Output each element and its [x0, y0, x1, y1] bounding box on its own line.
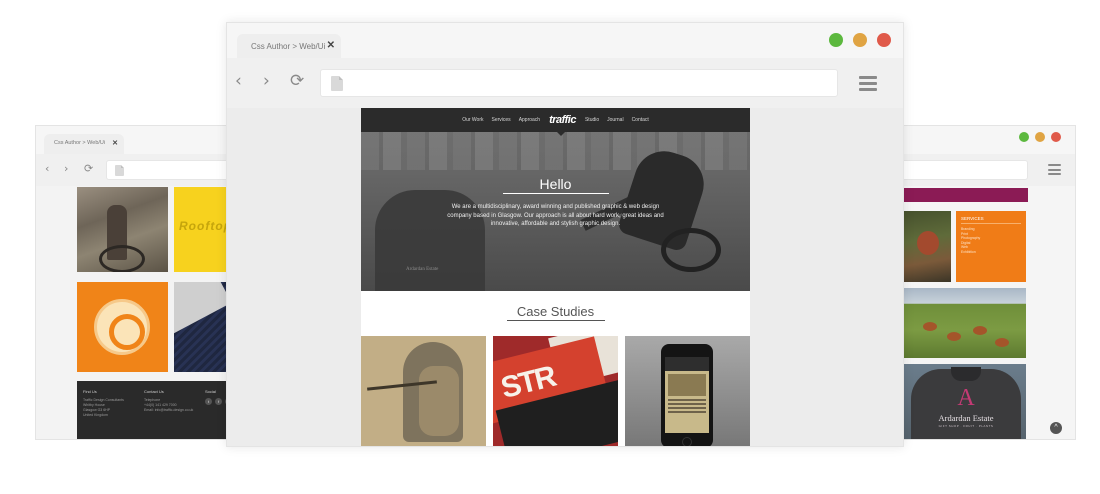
nav-link-approach[interactable]: Approach	[519, 117, 540, 123]
site-nav: Our Work Services Approach traffic Studi…	[361, 108, 750, 132]
left-browser-window: Css Author > Web/Ui ✕ ‹ › ⟳ Rooftop Find…	[35, 125, 235, 440]
footer-line: United Kingdom	[83, 413, 108, 417]
jacket-collar	[951, 367, 981, 381]
services-panel: SERVICES Branding Print Photography Digi…	[956, 211, 1026, 282]
nav-link-our-work[interactable]: Our Work	[462, 117, 483, 123]
home-button-icon	[682, 437, 692, 446]
services-item[interactable]: Exhibition	[961, 250, 1021, 255]
nav-caret-icon	[557, 132, 565, 136]
hero-title: Hello	[539, 176, 572, 192]
footer-col-contact: Contact Us Telephone +44(0) 141 429 7000…	[144, 389, 193, 413]
chevron-left-icon[interactable]: ‹	[235, 71, 242, 91]
chevron-right-icon[interactable]: ›	[263, 71, 270, 91]
phone-screen	[665, 357, 709, 433]
left-page-viewport: Rooftop Find Us Traffic Design Consultan…	[36, 186, 234, 439]
hen-shape	[995, 338, 1009, 347]
hens-field-photo[interactable]	[903, 288, 1026, 358]
hamburger-menu-icon[interactable]	[1048, 164, 1061, 175]
nav-link-contact[interactable]: Contact	[632, 117, 649, 123]
estate-jacket-photo[interactable]: A Ardardan Estate GIFT SHOP · FRUIT · PL…	[903, 364, 1026, 439]
circular-logo-mark	[94, 299, 150, 355]
document-icon	[115, 165, 124, 176]
close-icon[interactable]: ✕	[327, 40, 335, 51]
footer-line: Email: info@traffic-design.co.uk	[144, 408, 194, 412]
traffic-website: Our Work Services Approach traffic Studi…	[361, 108, 750, 446]
tab-title: Css Author > Web/Ui	[251, 42, 326, 51]
close-dot-icon[interactable]	[877, 33, 891, 47]
hero-lamp-ring	[661, 228, 721, 272]
right-page-viewport: SERVICES Branding Print Photography Digi…	[886, 186, 1075, 439]
tab-strip: Css Author > Web/Ui ✕	[227, 23, 903, 58]
showcase-stage: Css Author > Web/Ui ✕ ‹ › ⟳ Rooftop Find…	[0, 0, 1100, 494]
jacket-text: Ardardan Estate	[938, 413, 994, 423]
case-study-flute[interactable]	[361, 336, 486, 446]
right-browser-window: SERVICES Branding Print Photography Digi…	[885, 125, 1076, 440]
case-study-magazine[interactable]: STR	[493, 336, 618, 446]
address-bar[interactable]	[320, 69, 838, 97]
nav-link-services[interactable]: Services	[492, 117, 511, 123]
close-dot-icon[interactable]	[1051, 132, 1061, 142]
nav-link-studio[interactable]: Studio	[585, 117, 599, 123]
yellow-tile-text: Rooftop	[179, 219, 232, 233]
screen-text-lines	[668, 399, 706, 401]
chevron-left-icon[interactable]: ‹	[45, 162, 49, 175]
site-logo[interactable]: traffic	[549, 114, 576, 126]
footer-heading: Find Us	[83, 389, 97, 394]
address-bar[interactable]	[886, 160, 1028, 180]
navigation-bar	[886, 154, 1075, 186]
main-browser-window: Css Author > Web/Ui ✕ ‹ › ⟳ Our Work Ser…	[226, 22, 904, 447]
footer-heading: Contact Us	[144, 389, 164, 394]
reload-icon[interactable]: ⟳	[290, 71, 304, 91]
fruit-picking-photo[interactable]	[903, 211, 951, 282]
tab-title: Css Author > Web/Ui	[54, 140, 106, 146]
smartphone-mockup	[661, 344, 713, 446]
maximize-dot-icon[interactable]	[829, 33, 843, 47]
main-page-viewport: Our Work Services Approach traffic Studi…	[227, 108, 903, 446]
hero-banner: Ardardan Estate Hello We are a multidisc…	[361, 132, 750, 291]
screen-header	[665, 357, 709, 371]
twitter-icon[interactable]: t	[205, 398, 212, 405]
tab-strip: Css Author > Web/Ui ✕	[36, 126, 234, 154]
jacket-shape: A Ardardan Estate GIFT SHOP · FRUIT · PL…	[911, 367, 1021, 439]
case-studies-title: Case Studies	[516, 304, 595, 319]
chevron-right-icon[interactable]: ›	[64, 162, 68, 175]
services-list: Branding Print Photography Digital Web E…	[961, 227, 1021, 254]
minimize-dot-icon[interactable]	[853, 33, 867, 47]
hen-shape	[923, 322, 937, 331]
minimize-dot-icon[interactable]	[1035, 132, 1045, 142]
document-icon	[331, 76, 343, 91]
orange-logo-tile[interactable]	[77, 282, 168, 372]
window-controls	[1019, 132, 1061, 142]
figure-foliage	[419, 366, 459, 436]
hero-text: We are a multidisciplinary, award winnin…	[447, 204, 664, 228]
case-study-mobile[interactable]	[625, 336, 750, 446]
navigation-bar: ‹ › ⟳	[36, 154, 234, 186]
screen-image	[668, 374, 706, 396]
maroon-header-bar	[903, 188, 1028, 202]
scroll-top-button[interactable]: ^	[1050, 422, 1062, 434]
browser-tab[interactable]: Css Author > Web/Ui ✕	[237, 34, 341, 58]
reload-icon[interactable]: ⟳	[84, 162, 93, 175]
nav-link-journal[interactable]: Journal	[607, 117, 623, 123]
hamburger-menu-icon[interactable]	[859, 76, 877, 91]
services-title: SERVICES	[961, 216, 1021, 224]
window-controls	[829, 33, 891, 47]
site-footer: Find Us Traffic Design Consultants Whitb…	[77, 381, 234, 439]
close-icon[interactable]: ✕	[112, 139, 118, 147]
maximize-dot-icon[interactable]	[1019, 132, 1029, 142]
hero-shirt-text: Ardardan Estate	[406, 267, 439, 272]
cyclist-photo[interactable]	[77, 187, 168, 272]
facebook-icon[interactable]: f	[215, 398, 222, 405]
case-studies-divider	[507, 320, 605, 321]
jacket-subtext: GIFT SHOP · FRUIT · PLANTS	[938, 424, 994, 428]
hero-divider	[503, 193, 609, 194]
address-bar[interactable]	[106, 160, 234, 180]
hen-shape	[947, 332, 961, 341]
navigation-bar: ‹ › ⟳	[227, 58, 903, 108]
browser-tab[interactable]: Css Author > Web/Ui ✕	[44, 134, 124, 154]
jacket-initial: A	[957, 385, 975, 411]
tab-strip	[886, 126, 1075, 154]
hen-shape	[973, 326, 987, 335]
footer-col-find-us: Find Us Traffic Design Consultants Whitb…	[83, 389, 124, 418]
